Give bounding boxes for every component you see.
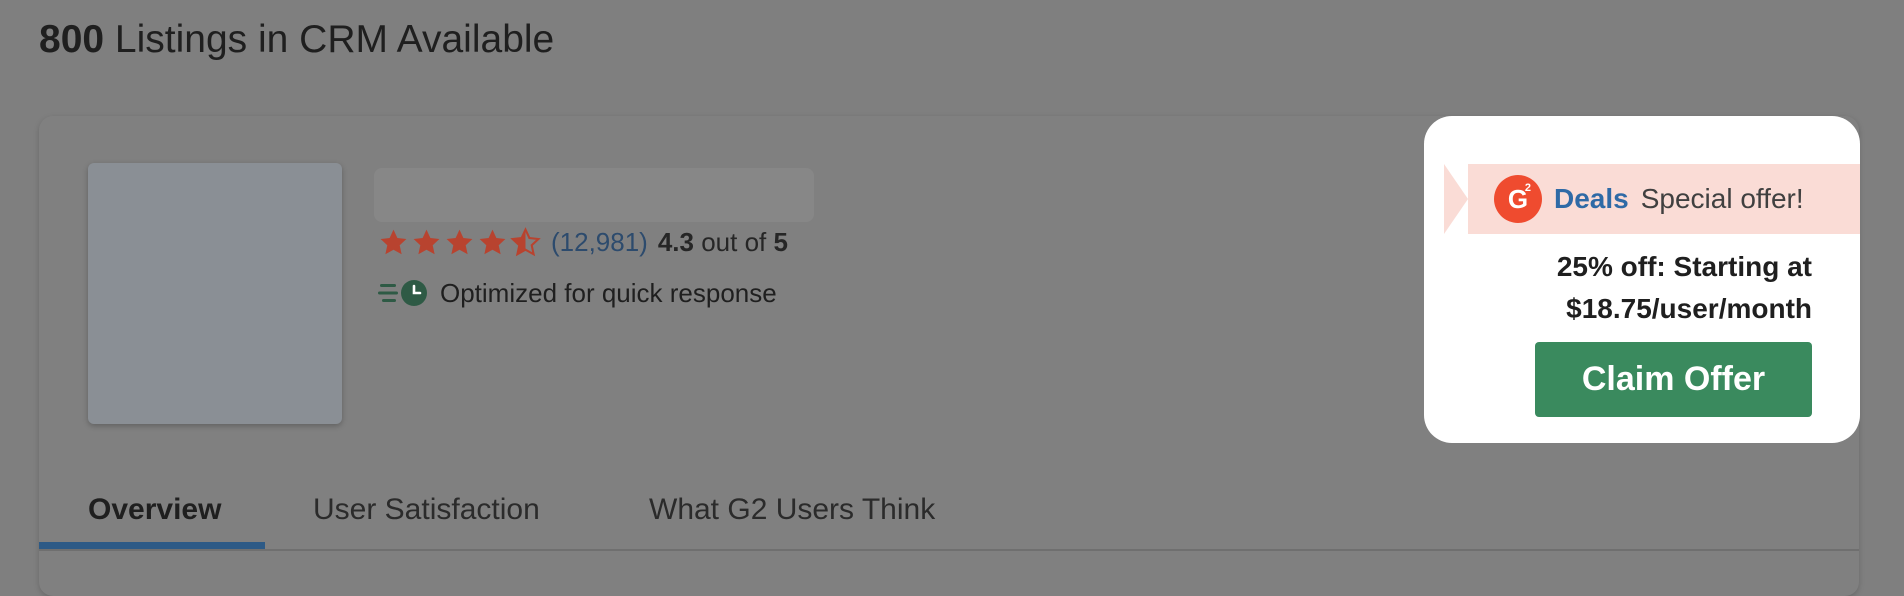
review-count-link[interactable]: (12,981) (551, 227, 648, 258)
rating-mid-text: out of (694, 226, 774, 257)
deal-offer-popup: G2 Deals Special offer! 25% off: Startin… (1424, 116, 1860, 443)
rating-max: 5 (773, 226, 788, 257)
product-tabs: Overview User Satisfaction What G2 Users… (39, 470, 1859, 551)
listings-suffix: Listings in CRM Available (104, 18, 555, 61)
g2-logo-sup: 2 (1524, 182, 1531, 194)
fast-response-clock-icon (378, 280, 427, 306)
quick-response-badge: Optimized for quick response (378, 275, 777, 311)
star-full-icon (446, 229, 473, 254)
offer-description: 25% off: Starting at $18.75/user/month (1452, 246, 1812, 330)
product-name-placeholder[interactable] (374, 168, 814, 222)
star-full-icon (479, 229, 506, 254)
product-logo-placeholder[interactable] (88, 163, 342, 424)
rating-value: 4.3 (657, 226, 694, 257)
star-full-icon (413, 229, 440, 254)
g2-logo-icon: G2 (1494, 175, 1542, 223)
star-half-icon (510, 226, 541, 256)
active-tab-indicator (39, 542, 265, 549)
star-full-icon (380, 229, 407, 254)
offer-line-1: 25% off: Starting at (1556, 251, 1812, 282)
listings-count: 800 (39, 18, 105, 61)
rating-summary: 4.3 out of 5 (658, 227, 788, 258)
star-rating (378, 226, 541, 258)
quick-response-text: Optimized for quick response (440, 277, 777, 308)
page-heading: 800 Listings in CRM Available (39, 18, 554, 62)
offer-line-2: $18.75/user/month (1566, 293, 1812, 324)
tabs-divider (39, 549, 1859, 551)
deals-label: Deals (1554, 183, 1629, 214)
special-offer-label: Special offer! (1640, 183, 1804, 214)
deal-banner: G2 Deals Special offer! (1444, 164, 1860, 234)
tab-what-g2-users-think[interactable]: What G2 Users Think (649, 470, 935, 550)
tab-user-satisfaction[interactable]: User Satisfaction (313, 470, 540, 550)
claim-offer-button[interactable]: Claim Offer (1535, 342, 1812, 417)
tab-overview[interactable]: Overview (88, 470, 221, 550)
rating-row: (12,981) 4.3 out of 5 (378, 224, 788, 260)
